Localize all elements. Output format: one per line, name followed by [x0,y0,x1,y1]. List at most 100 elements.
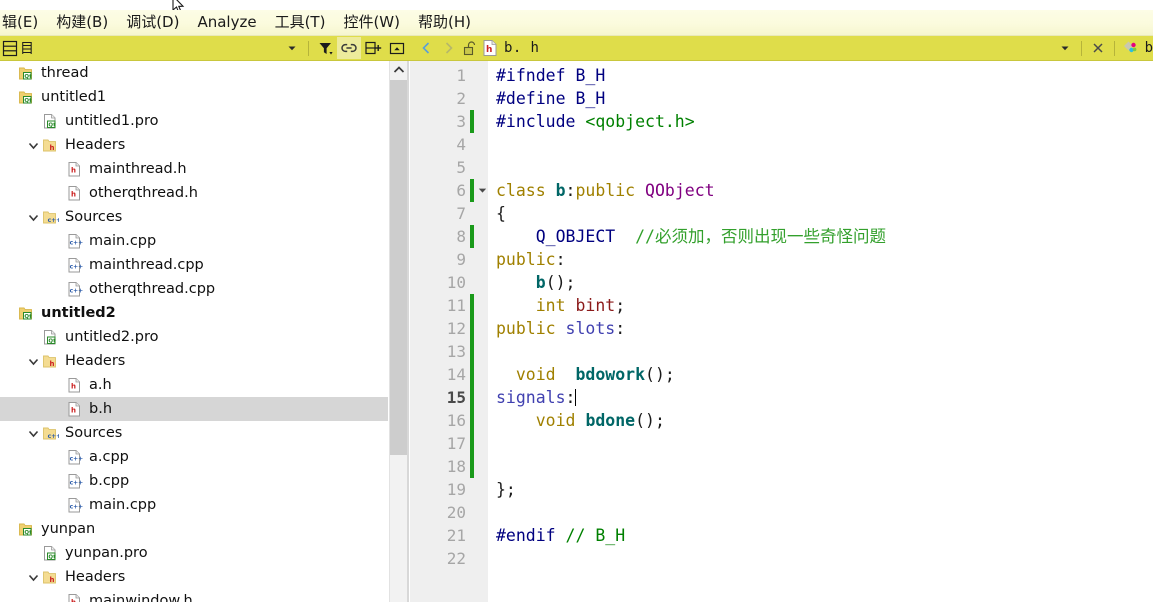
tree-item-untitled2[interactable]: Qt untitled2 [0,301,388,325]
chevron-right-icon [445,42,453,54]
code-line[interactable]: 20 [410,501,1153,524]
headers-folder-icon: h [42,569,59,586]
tree-item-b-cpp[interactable]: c++ b.cpp [0,469,388,493]
code-editor[interactable]: 1 #ifndef B_H 2 #define B_H 3 #include <qobje… [410,61,1153,602]
tree-item-otherqthread-h[interactable]: h otherqthread.h [0,181,388,205]
symbol-selector-button[interactable] [1119,37,1143,59]
tree-item-main-cpp[interactable]: c++ main.cpp [0,493,388,517]
project-selector-dropdown-button[interactable] [280,37,304,59]
split-pane-button[interactable] [361,37,385,59]
code-line[interactable]: 14 void bdowork(); [410,363,1153,386]
code-line[interactable]: 13 [410,340,1153,363]
tree-item-headers[interactable]: h Headers [0,133,388,157]
code-line[interactable]: 9 public: [410,248,1153,271]
tree-item-sources[interactable]: c++ Sources [0,205,388,229]
scroll-up-button[interactable] [390,61,408,78]
project-selector-combobox[interactable]: 目 [0,37,280,60]
code-line[interactable]: 11 int bint; [410,294,1153,317]
code-line[interactable]: 6 class b:public QObject [410,179,1153,202]
code-line[interactable]: 1 #ifndef B_H [410,64,1153,87]
sidebar-scrollbar[interactable] [389,61,408,602]
code-line[interactable]: 2 #define B_H [410,87,1153,110]
lock-toggle-button[interactable] [459,37,481,59]
code-line[interactable]: 19}; [410,478,1153,501]
menu-item-2[interactable]: 调试(D) [117,11,188,35]
line-number: 19 [446,480,466,499]
svg-text:Qt: Qt [24,98,32,104]
list-icon [2,40,18,56]
close-document-button[interactable] [1086,37,1110,59]
navigate-back-button[interactable] [415,37,437,59]
code-line[interactable]: 4 [410,133,1153,156]
pane-divider[interactable] [407,61,409,602]
code-token: QObject [645,181,715,200]
tree-item-otherqthread-cpp[interactable]: c++ otherqthread.cpp [0,277,388,301]
menu-item-3[interactable]: Analyze [188,11,265,35]
code-line[interactable]: 16 void bdone(); [410,409,1153,432]
code-line[interactable]: 21 #endif // B_H [410,524,1153,547]
tree-item-untitled1-pro[interactable]: Qt untitled1.pro [0,109,388,133]
tree-item-headers[interactable]: h Headers [0,349,388,373]
code-token: b [535,273,546,292]
chevron-down-icon[interactable] [26,570,40,584]
tree-item-thread[interactable]: Qt thread [0,61,388,85]
h-file-icon: h [66,161,83,178]
code-line[interactable]: 5 [410,156,1153,179]
code-line[interactable]: 15 signals: [410,386,1153,409]
tree-item-a-cpp[interactable]: c++ a.cpp [0,445,388,469]
scrollbar-thumb[interactable] [390,80,408,455]
navigate-forward-button[interactable] [437,37,459,59]
fold-collapse-icon[interactable] [474,179,490,202]
menu-item-5[interactable]: 控件(W) [334,11,409,35]
code-line[interactable]: 18 [410,455,1153,478]
line-number: 1 [456,66,466,85]
tree-item-mainwindow-h[interactable]: h mainwindow.h [0,589,388,602]
project-tree[interactable]: Qt thread Qt untitled1 Qt untitled1.pro h Heade… [0,61,388,602]
code-line[interactable]: 17 [410,432,1153,455]
code-line[interactable]: 10 b(); [410,271,1153,294]
code-token: #endif [496,526,566,545]
line-number: 18 [446,457,466,476]
tree-item-a-h[interactable]: h a.h [0,373,388,397]
svg-text:Qt: Qt [24,74,32,80]
window-title-strip [0,0,1153,14]
tree-item-label: Sources [65,425,123,441]
chevron-down-icon[interactable] [26,210,40,224]
code-line[interactable]: 7{ [410,202,1153,225]
code-line[interactable]: 8 Q_OBJECT //必须加，否则出现一些奇怪问题 [410,225,1153,248]
code-line[interactable]: 3 #include <qobject.h> [410,110,1153,133]
chevron-down-icon[interactable] [26,426,40,440]
tree-item-main-cpp[interactable]: c++ main.cpp [0,229,388,253]
menu-item-6[interactable]: 帮助(H) [409,11,480,35]
line-number: 11 [446,296,466,315]
code-token: { [496,204,506,223]
tree-item-untitled1[interactable]: Qt untitled1 [0,85,388,109]
maximize-pane-button[interactable] [385,37,409,59]
code-line[interactable]: 12 public slots: [410,317,1153,340]
chevron-down-icon[interactable] [26,354,40,368]
menu-item-4[interactable]: 工具(T) [266,11,335,35]
code-token: #define B_H [496,89,606,108]
line-number: 16 [446,411,466,430]
tree-item-mainthread-cpp[interactable]: c++ mainthread.cpp [0,253,388,277]
tree-item-headers[interactable]: h Headers [0,565,388,589]
code-line[interactable]: 22 [410,547,1153,570]
chevron-down-icon[interactable] [26,138,40,152]
tree-chevron-spacer [50,234,64,248]
link-with-editor-button[interactable] [337,37,361,59]
menu-item-0[interactable]: 辑(E) [0,11,47,35]
tree-item-untitled2-pro[interactable]: Qt untitled2.pro [0,325,388,349]
tree-item-label: Sources [65,209,123,225]
tree-item-sources[interactable]: c++ Sources [0,421,388,445]
tree-item-yunpan-pro[interactable]: Qt yunpan.pro [0,541,388,565]
tree-item-mainthread-h[interactable]: h mainthread.h [0,157,388,181]
pro-file-icon: Qt [42,545,59,562]
code-token: //必须加，否则出现一些奇怪问题 [635,227,886,246]
qt-project-icon: Qt [18,89,35,106]
menu-item-1[interactable]: 构建(B) [47,11,117,35]
filter-button[interactable] [313,37,337,59]
tree-item-b-h[interactable]: h b.h [0,397,388,421]
code-token: #include [496,112,586,131]
tree-item-yunpan[interactable]: Qt yunpan [0,517,388,541]
open-documents-dropdown-button[interactable] [1053,37,1077,59]
